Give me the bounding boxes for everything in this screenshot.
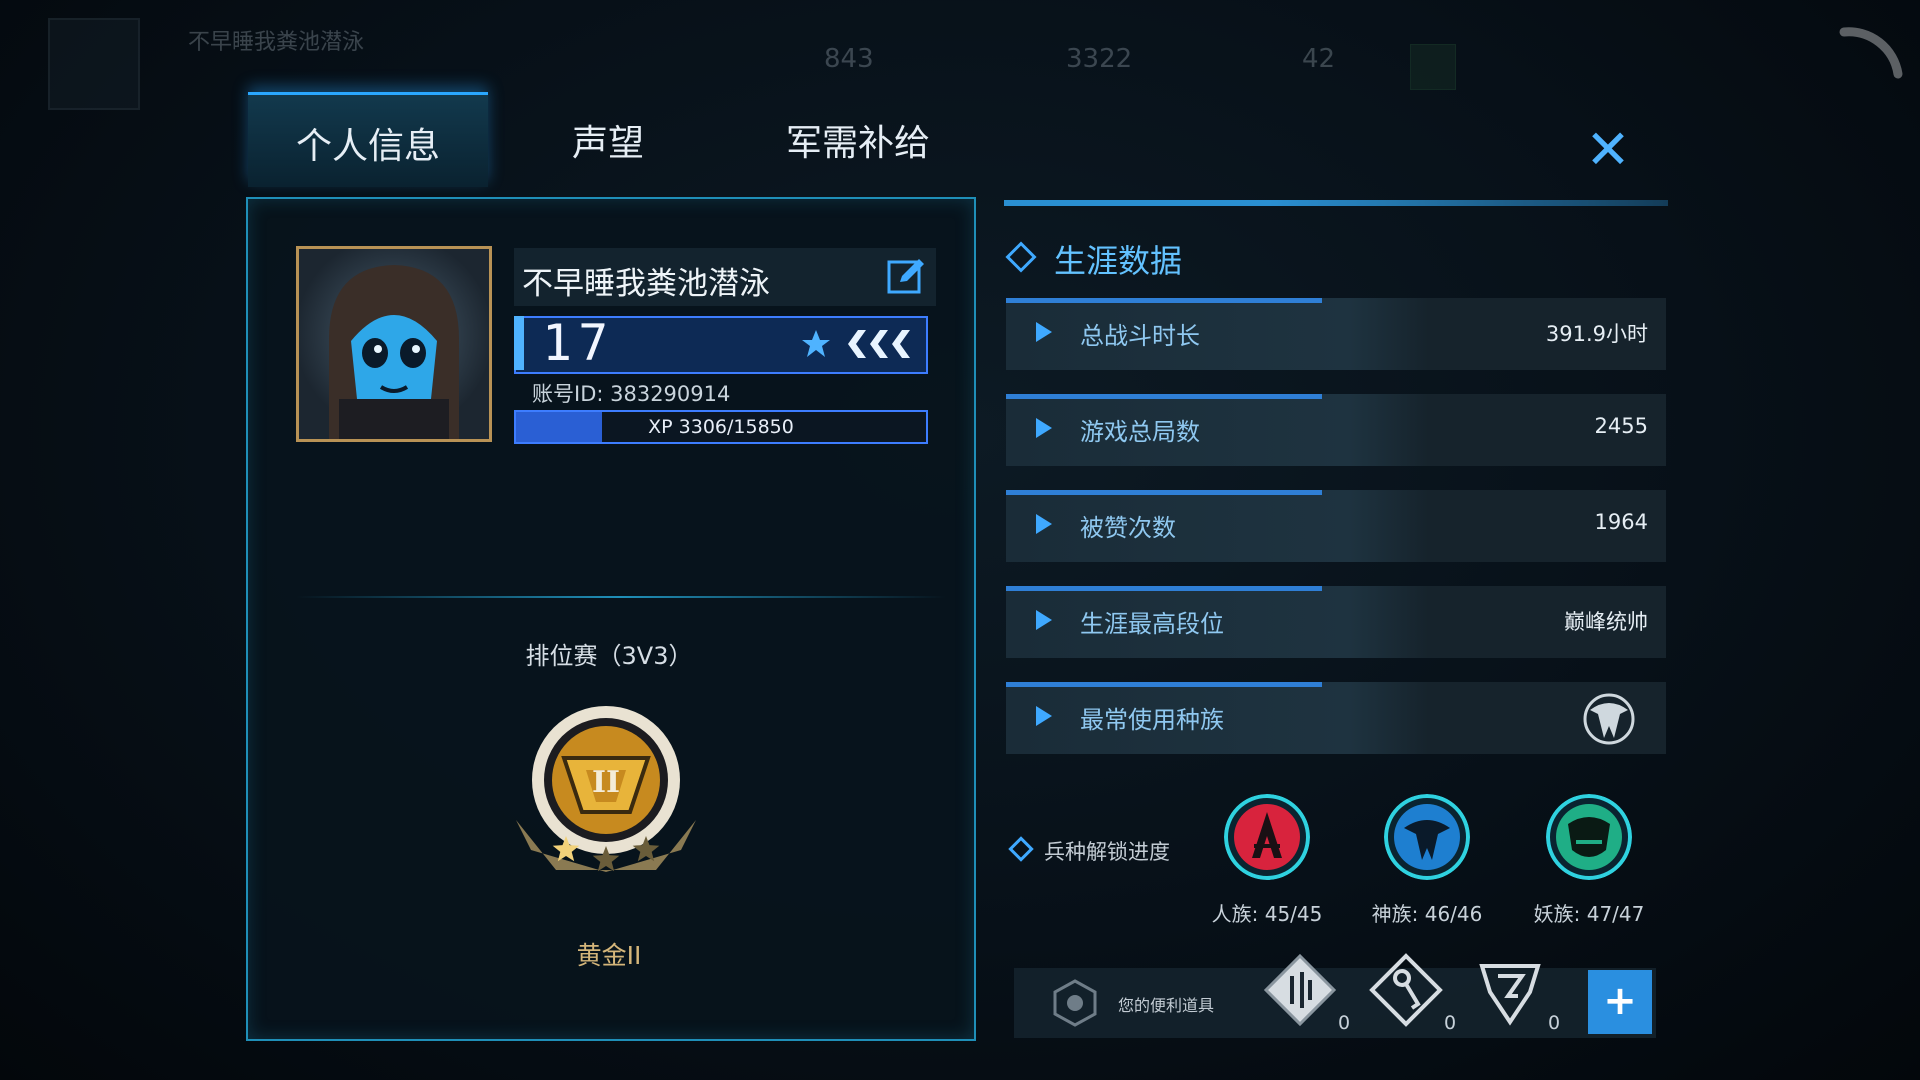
stat-label: 生涯最高段位 xyxy=(1080,610,1224,638)
stat-label: 最常使用种族 xyxy=(1080,706,1224,734)
play-arrow-icon xyxy=(1036,706,1052,726)
item-boost-icon[interactable] xyxy=(1472,952,1548,1028)
rank-tier-numeral: II xyxy=(592,765,620,800)
stat-row-likes: 被赞次数 1964 xyxy=(1006,490,1666,562)
panel-divider xyxy=(296,596,946,598)
demon-race-icon[interactable] xyxy=(1546,794,1632,880)
player-level: 17 xyxy=(542,314,615,372)
stat-row-total-games: 游戏总局数 2455 xyxy=(1006,394,1666,466)
stat-label: 游戏总局数 xyxy=(1080,418,1200,446)
convenience-items-label: 您的便利道具 xyxy=(1118,996,1215,1015)
play-arrow-icon xyxy=(1036,610,1052,630)
protoss-race-unlock-icon[interactable] xyxy=(1384,794,1470,880)
add-item-button[interactable]: + xyxy=(1588,970,1652,1034)
loading-arc-icon xyxy=(1839,27,1903,79)
alien-avatar-icon xyxy=(329,265,459,439)
stat-label: 被赞次数 xyxy=(1080,514,1176,542)
unit-unlock-label: 兵种解锁进度 xyxy=(1044,840,1170,864)
close-button[interactable]: ✕ xyxy=(1582,123,1634,177)
account-id: 账号ID: 383290914 xyxy=(532,382,731,406)
stat-row-highest-rank: 生涯最高段位 巅峰统帅 xyxy=(1006,586,1666,658)
hud-resource-2: 3322 xyxy=(1066,44,1133,74)
player-name: 不早睡我粪池潜泳 xyxy=(522,266,770,302)
xp-progress-bar: XP 3306/15850 xyxy=(514,410,928,444)
stat-value: 巅峰统帅 xyxy=(1564,610,1648,634)
tab-supplies[interactable]: 军需补给 xyxy=(728,92,988,184)
stat-value: 1964 xyxy=(1594,510,1648,534)
player-portrait[interactable] xyxy=(296,246,492,442)
demon-unlock-count: 妖族: 47/47 xyxy=(1533,902,1645,926)
career-title: 生涯数据 xyxy=(1054,242,1183,280)
hud-resource-1: 843 xyxy=(824,44,874,74)
stat-value: 391.9小时 xyxy=(1545,322,1648,346)
hud-avatar xyxy=(48,18,140,110)
diamond-bullet-icon xyxy=(1005,241,1037,273)
ranked-mode-title: 排位赛（3V3） xyxy=(525,642,693,670)
rank-name: 黄金II xyxy=(576,941,642,970)
hud-player-name: 不早睡我粪池潜泳 xyxy=(188,30,365,55)
stat-label: 总战斗时长 xyxy=(1080,322,1200,350)
stat-row-favorite-race: 最常使用种族 xyxy=(1006,682,1666,754)
human-race-icon[interactable] xyxy=(1224,794,1310,880)
career-header-line xyxy=(1004,200,1668,206)
item-box-icon xyxy=(1053,979,1097,1027)
tab-bar: 个人信息 声望 军需补给 xyxy=(248,92,988,187)
diamond-bullet-icon xyxy=(1008,836,1034,862)
hud-add-icon xyxy=(1410,44,1456,90)
item-count: 0 xyxy=(1444,1012,1457,1034)
hud-resource-3: 42 xyxy=(1302,44,1336,74)
play-arrow-icon xyxy=(1036,514,1052,534)
level-rank-chevrons-icon xyxy=(802,330,910,358)
item-key-icon[interactable] xyxy=(1368,952,1444,1028)
human-unlock-count: 人族: 45/45 xyxy=(1211,902,1323,926)
play-arrow-icon xyxy=(1036,418,1052,438)
protoss-unlock-count: 神族: 46/46 xyxy=(1371,902,1483,926)
item-card-icon[interactable] xyxy=(1262,952,1338,1028)
level-stripe xyxy=(514,316,524,370)
gold-rank-badge-icon[interactable]: II xyxy=(506,700,706,900)
xp-text: XP 3306/15850 xyxy=(648,416,794,438)
play-arrow-icon xyxy=(1036,322,1052,342)
item-count: 0 xyxy=(1548,1012,1561,1034)
protoss-race-icon xyxy=(1583,693,1635,745)
edit-name-icon[interactable] xyxy=(886,256,926,296)
item-count: 0 xyxy=(1338,1012,1351,1034)
stat-row-battle-time: 总战斗时长 391.9小时 xyxy=(1006,298,1666,370)
tab-reputation[interactable]: 声望 xyxy=(488,92,728,184)
stat-value: 2455 xyxy=(1594,414,1648,438)
tab-personal-info[interactable]: 个人信息 xyxy=(248,92,488,187)
